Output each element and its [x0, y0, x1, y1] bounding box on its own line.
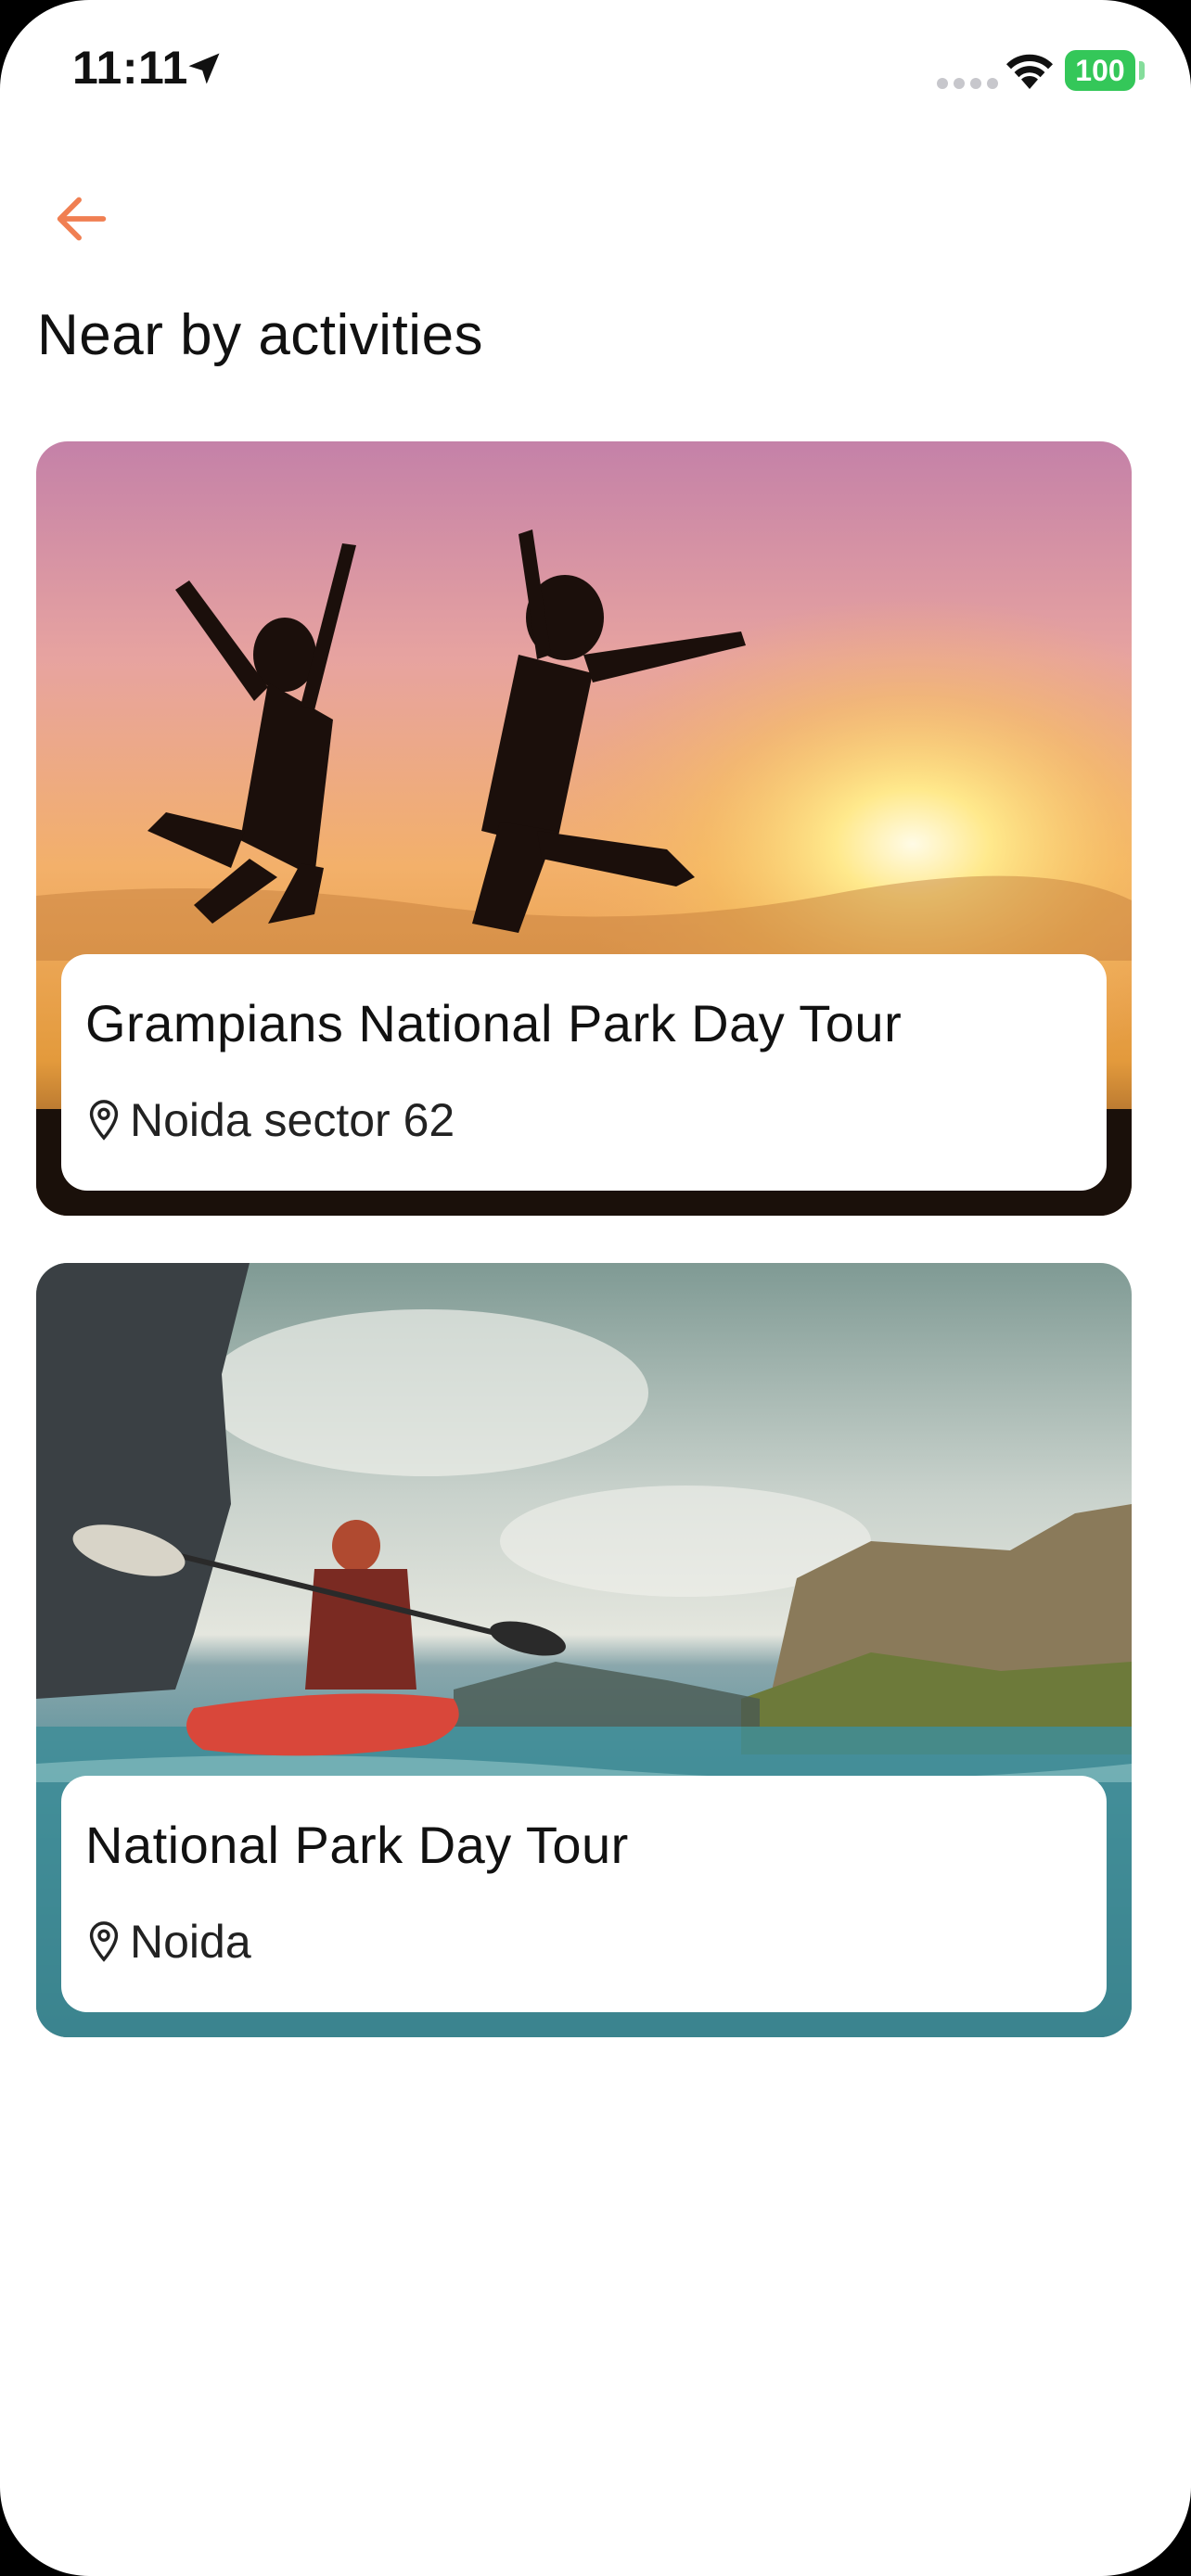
map-pin-icon: [89, 1100, 119, 1141]
activity-title: National Park Day Tour: [85, 1816, 629, 1874]
activity-location: Noida: [85, 1915, 251, 1969]
status-time: 11:11: [72, 42, 188, 94]
activity-location-text: Noida: [130, 1916, 251, 1968]
location-arrow-icon: [188, 53, 220, 84]
battery-tip: [1139, 61, 1145, 80]
arrow-left-icon: [57, 197, 107, 241]
activity-card[interactable]: National Park Day Tour Noida: [36, 1263, 1132, 2037]
status-bar: 11:11 100: [0, 0, 1191, 139]
phone-screen: 11:11 100 Near by activities Grampians N…: [0, 0, 1191, 2576]
activity-location-text: Noida sector 62: [130, 1094, 455, 1146]
wifi-icon: [1006, 54, 1053, 89]
battery-indicator: 100: [1065, 50, 1135, 91]
signal-strength-icon: [937, 78, 998, 89]
activity-title: Grampians National Park Day Tour: [85, 994, 903, 1052]
back-button[interactable]: [37, 178, 126, 260]
activity-card[interactable]: Grampians National Park Day Tour Noida s…: [36, 441, 1132, 1216]
activity-info-panel: Grampians National Park Day Tour Noida s…: [61, 954, 1107, 1191]
activity-location: Noida sector 62: [85, 1093, 455, 1147]
map-pin-icon: [89, 1921, 119, 1962]
page-title: Near by activities: [37, 303, 484, 367]
activity-info-panel: National Park Day Tour Noida: [61, 1776, 1107, 2012]
